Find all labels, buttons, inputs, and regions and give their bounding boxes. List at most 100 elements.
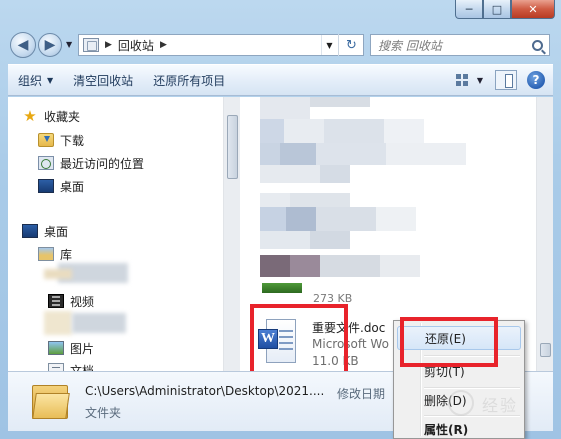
close-button[interactable]: ✕ xyxy=(511,0,555,19)
blurred-item xyxy=(316,207,376,231)
nav-recent-label: 最近访问的位置 xyxy=(60,156,145,171)
change-view-button[interactable] xyxy=(453,72,473,88)
recent-places-icon xyxy=(38,156,54,170)
nav-favorites-label: 收藏夹 xyxy=(44,109,81,124)
forward-button[interactable]: ▶ xyxy=(38,33,62,57)
details-path: C:\Users\Administrator\Desktop\2021.... xyxy=(85,384,325,398)
star-icon: ★ xyxy=(23,107,37,125)
arrow-right-icon: ▶ xyxy=(44,37,56,53)
paw-logo-icon xyxy=(448,390,474,416)
video-library-icon xyxy=(48,294,64,308)
library-icon xyxy=(38,247,54,261)
nav-videos[interactable]: 视频 xyxy=(48,291,94,311)
details-modified-label: 修改日期 xyxy=(337,387,386,401)
picture-library-icon xyxy=(48,341,64,355)
address-bar[interactable]: ▶ 回收站 ▶ ▼ xyxy=(78,34,364,56)
nav-downloads[interactable]: 下载 xyxy=(38,130,84,150)
preview-pane-button[interactable] xyxy=(495,70,517,90)
nav-desktop-fav-label: 桌面 xyxy=(60,179,85,194)
navigation-scrollbar[interactable] xyxy=(223,97,240,371)
blurred-item xyxy=(320,255,380,277)
nav-favorites[interactable]: ★ 收藏夹 xyxy=(22,106,80,126)
address-history-dropdown[interactable]: ▼ xyxy=(321,35,337,55)
nav-documents-label: 文档 xyxy=(70,363,95,372)
blurred-item xyxy=(72,313,126,333)
blurred-item xyxy=(280,143,316,165)
breadcrumb-separator-icon[interactable]: ▶ xyxy=(105,40,112,50)
refresh-icon: ↻ xyxy=(346,37,357,53)
file-highlight-annotation xyxy=(250,304,348,378)
blurred-item xyxy=(380,255,420,277)
documents-library-icon xyxy=(48,363,64,371)
blurred-item xyxy=(44,311,72,335)
blurred-item xyxy=(260,193,290,207)
breadcrumb-chevron-icon[interactable]: ▶ xyxy=(160,40,167,50)
search-placeholder: 搜索 回收站 xyxy=(378,38,442,53)
search-icon[interactable] xyxy=(532,39,543,51)
blurred-item xyxy=(290,255,320,277)
restore-all-label: 还原所有项目 xyxy=(153,73,226,88)
blurred-item xyxy=(260,255,290,277)
blurred-item xyxy=(260,143,280,165)
blurred-item xyxy=(386,143,466,165)
organize-button[interactable]: 组织 ▼ xyxy=(8,65,63,95)
blurred-item xyxy=(284,119,324,143)
nav-library[interactable]: 库 xyxy=(38,244,72,264)
archive-icon xyxy=(262,283,302,293)
navigation-scrollbar-thumb[interactable] xyxy=(227,115,238,179)
empty-recycle-bin-button[interactable]: 清空回收站 xyxy=(63,65,143,95)
toolbar-right: ▼ ? xyxy=(453,65,553,95)
nav-library-label: 库 xyxy=(60,247,73,262)
command-bar: 组织 ▼ 清空回收站 还原所有项目 ▼ ? xyxy=(8,64,553,96)
back-button[interactable]: ◀ xyxy=(10,32,36,58)
nav-desktop-root-label: 桌面 xyxy=(44,224,69,239)
blurred-item xyxy=(260,119,284,143)
downloads-folder-icon xyxy=(38,133,54,147)
folder-icon xyxy=(32,381,70,421)
blurred-item xyxy=(310,97,370,107)
file-list-scrollbar-thumb[interactable] xyxy=(540,343,551,357)
blurred-item xyxy=(310,231,350,249)
help-button[interactable]: ? xyxy=(527,71,545,89)
watermark: 经验 xyxy=(448,388,548,418)
blurred-item xyxy=(260,97,310,119)
blurred-item xyxy=(384,119,424,143)
nav-videos-label: 视频 xyxy=(70,294,95,309)
folder-front xyxy=(32,393,70,419)
explorer-window: ─ □ ✕ ◀ ▶ ▼ ▶ 回收站 ▶ ▼ ↻ 搜索 回收站 组织 ▼ 清空回收站… xyxy=(0,0,561,439)
nav-downloads-label: 下载 xyxy=(60,133,85,148)
blurred-item xyxy=(260,207,286,231)
maximize-button[interactable]: □ xyxy=(483,0,511,19)
refresh-button[interactable]: ↻ xyxy=(338,34,364,56)
help-icon: ? xyxy=(532,73,540,87)
blurred-item xyxy=(260,165,320,183)
blurred-item xyxy=(44,269,72,279)
view-options-dropdown[interactable]: ▼ xyxy=(477,76,483,85)
caption-buttons: ─ □ ✕ xyxy=(455,0,555,20)
nav-desktop-root[interactable]: 桌面 xyxy=(22,221,68,241)
empty-recycle-bin-label: 清空回收站 xyxy=(73,73,134,88)
breadcrumb-recycle-bin[interactable]: 回收站 xyxy=(118,37,154,54)
menu-item-properties[interactable]: 属性(R) xyxy=(397,417,521,439)
details-type: 文件夹 xyxy=(85,406,122,420)
arrow-left-icon: ◀ xyxy=(17,37,29,53)
file-list-scrollbar[interactable] xyxy=(536,97,553,371)
blurred-item xyxy=(324,119,384,143)
nav-pictures[interactable]: 图片 xyxy=(48,338,94,358)
nav-desktop-favorite[interactable]: 桌面 xyxy=(38,176,84,196)
menu-item-properties-label: 属性(R) xyxy=(424,422,469,437)
navigation-pane: ★ 收藏夹 下载 最近访问的位置 桌面 桌面 库 视频 图片 文档 xyxy=(8,97,240,371)
organize-label: 组织 xyxy=(18,73,43,88)
recent-pages-dropdown[interactable]: ▼ xyxy=(66,40,72,49)
blurred-item xyxy=(316,143,386,165)
watermark-text: 经验 xyxy=(482,396,519,415)
blurred-item xyxy=(260,231,310,249)
nav-recent-places[interactable]: 最近访问的位置 xyxy=(38,153,144,173)
chevron-down-icon: ▼ xyxy=(47,75,54,85)
minimize-button[interactable]: ─ xyxy=(455,0,483,19)
restore-highlight-annotation xyxy=(400,317,498,367)
search-box[interactable]: 搜索 回收站 xyxy=(370,34,550,56)
nav-documents[interactable]: 文档 xyxy=(48,360,94,371)
blurred-item xyxy=(376,207,416,231)
restore-all-button[interactable]: 还原所有项目 xyxy=(143,65,235,95)
